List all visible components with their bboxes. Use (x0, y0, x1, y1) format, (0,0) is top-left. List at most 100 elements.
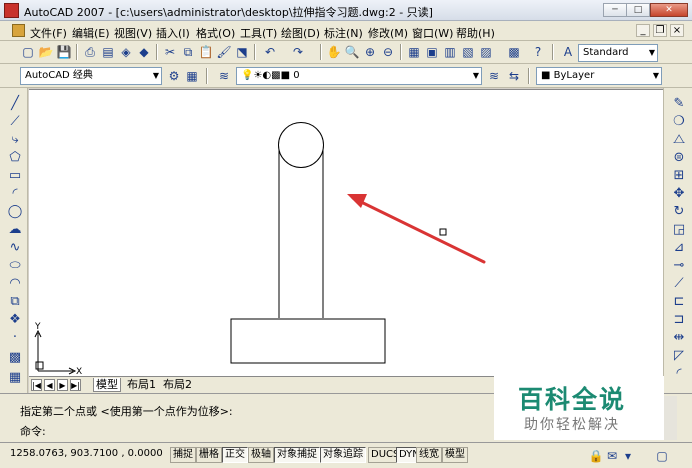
command-prompt[interactable]: 命令: (20, 424, 46, 440)
menu-insert[interactable]: 插入(I) (156, 25, 190, 41)
properties-icon[interactable]: ▦ (406, 44, 422, 60)
menu-view[interactable]: 视图(V) (114, 25, 152, 41)
trim-icon[interactable]: ⊸ (670, 258, 688, 274)
menu-window[interactable]: 窗口(W) (412, 25, 453, 41)
ellipse-arc-icon[interactable]: ◠ (6, 276, 24, 292)
etransmit-icon[interactable]: ◆ (136, 44, 152, 60)
markup-icon[interactable]: ▨ (478, 44, 494, 60)
menu-edit[interactable]: 编辑(E) (72, 25, 110, 41)
lineweight-toggle[interactable]: 线宽 (416, 447, 442, 463)
tool-palettes-icon[interactable]: ▥ (442, 44, 458, 60)
mirror-icon[interactable]: ⧍ (670, 132, 688, 148)
circle-shape[interactable] (278, 122, 324, 168)
move-icon[interactable]: ✥ (670, 186, 688, 202)
zoom-window-icon[interactable]: ⊕ (362, 44, 378, 60)
chamfer-icon[interactable]: ◸ (670, 348, 688, 364)
otrack-toggle[interactable]: 对象追踪 (320, 447, 366, 463)
ortho-toggle[interactable]: 正交 (222, 447, 248, 463)
drawing-canvas[interactable]: Y X (29, 90, 663, 377)
new-icon[interactable]: ▢ (20, 44, 36, 60)
array-icon[interactable]: ⊞ (670, 168, 688, 184)
redo-icon[interactable]: ↷ (290, 44, 306, 60)
base-rectangle[interactable] (230, 318, 386, 364)
model-toggle[interactable]: 模型 (442, 447, 468, 463)
revision-cloud-icon[interactable]: ☁ (6, 222, 24, 238)
pan-icon[interactable]: ✋ (326, 44, 342, 60)
insert-block-icon[interactable]: ⧉ (6, 294, 24, 310)
autocad-app-icon[interactable] (4, 3, 19, 18)
menu-dimension[interactable]: 标注(N) (324, 25, 363, 41)
sheet-set-icon[interactable]: ▧ (460, 44, 476, 60)
polygon-icon[interactable]: ⬠ (6, 150, 24, 166)
arc-icon[interactable]: ◜ (6, 186, 24, 202)
extend-icon[interactable]: ⟋ (670, 276, 688, 292)
menu-modify[interactable]: 修改(M) (368, 25, 408, 41)
doc-minimize-button[interactable]: _ (636, 24, 650, 37)
previous-tab-button[interactable]: ◀ (44, 379, 55, 391)
preview-icon[interactable]: ▤ (100, 44, 116, 60)
polar-toggle[interactable]: 极轴 (248, 447, 274, 463)
rectangle-icon[interactable]: ▭ (6, 168, 24, 184)
zoom-realtime-icon[interactable]: 🔍 (344, 44, 360, 60)
match-properties-icon[interactable]: 🖌 (216, 44, 232, 60)
osnap-toggle[interactable]: 对象捕捉 (274, 447, 320, 463)
last-tab-button[interactable]: ▶| (70, 379, 81, 391)
gradient-icon[interactable]: ▦ (6, 370, 24, 386)
fillet-icon[interactable]: ◜ (670, 366, 688, 382)
snap-toggle[interactable]: 捕捉 (170, 447, 196, 463)
break-at-point-icon[interactable]: ⊏ (670, 294, 688, 310)
construction-line-icon[interactable]: ⟋ (6, 114, 24, 130)
circle-icon[interactable]: ◯ (6, 204, 24, 220)
spline-icon[interactable]: ∿ (6, 240, 24, 256)
calculator-icon[interactable]: ▩ (506, 44, 522, 60)
tab-model[interactable]: 模型 (93, 378, 121, 392)
menu-tools[interactable]: 工具(T) (240, 25, 277, 41)
minimize-button[interactable]: ─ (603, 3, 627, 17)
layer-select[interactable]: 💡☀◐▩■ 0 ▼ (236, 67, 482, 85)
layer-previous-icon[interactable]: ⇆ (506, 68, 522, 84)
offset-icon[interactable]: ⊜ (670, 150, 688, 166)
menu-help[interactable]: 帮助(H) (456, 25, 495, 41)
block-editor-icon[interactable]: ⬔ (234, 44, 250, 60)
command-scrollbar[interactable] (663, 396, 677, 440)
document-icon[interactable] (12, 24, 25, 37)
workspace-save-icon[interactable]: ▦ (184, 68, 200, 84)
save-icon[interactable]: 💾 (56, 44, 72, 60)
zoom-previous-icon[interactable]: ⊖ (380, 44, 396, 60)
erase-icon[interactable]: ✎ (670, 96, 688, 112)
tab-layout2[interactable]: 布局2 (161, 378, 194, 392)
rotate-icon[interactable]: ↻ (670, 204, 688, 220)
status-menu-icon[interactable]: ▾ (620, 448, 636, 464)
communication-center-icon[interactable]: ✉ (604, 448, 620, 464)
copy-icon[interactable]: ⧉ (180, 44, 196, 60)
menu-format[interactable]: 格式(O) (196, 25, 235, 41)
next-tab-button[interactable]: ▶ (57, 379, 68, 391)
workspace-settings-icon[interactable]: ⚙ (166, 68, 182, 84)
make-block-icon[interactable]: ❖ (6, 312, 24, 328)
menu-file[interactable]: 文件(F) (30, 25, 67, 41)
make-object-layer-current-icon[interactable]: ≋ (486, 68, 502, 84)
design-center-icon[interactable]: ▣ (424, 44, 440, 60)
polyline-icon[interactable]: ⤷ (6, 132, 24, 148)
coordinate-readout[interactable]: 1258.0763, 903.7100 , 0.0000 (10, 448, 163, 459)
lock-icon[interactable]: 🔒 (588, 448, 604, 464)
paste-icon[interactable]: 📋 (198, 44, 214, 60)
doc-close-button[interactable]: × (670, 24, 684, 37)
break-icon[interactable]: ⊐ (670, 312, 688, 328)
text-style-select[interactable]: Standard ▼ (578, 44, 658, 62)
publish-icon[interactable]: ◈ (118, 44, 134, 60)
stretch-icon[interactable]: ⊿ (670, 240, 688, 256)
help-icon[interactable]: ? (530, 44, 546, 60)
copy-object-icon[interactable]: ❍ (670, 114, 688, 130)
point-icon[interactable]: · (6, 330, 24, 346)
maximize-button[interactable]: □ (626, 3, 650, 17)
first-tab-button[interactable]: |◀ (31, 379, 42, 391)
scale-icon[interactable]: ◲ (670, 222, 688, 238)
tab-layout1[interactable]: 布局1 (125, 378, 158, 392)
grid-toggle[interactable]: 栅格 (196, 447, 222, 463)
clean-screen-icon[interactable]: ▢ (654, 448, 670, 464)
open-icon[interactable]: 📂 (38, 44, 54, 60)
hatch-icon[interactable]: ▩ (6, 350, 24, 366)
menu-draw[interactable]: 绘图(D) (281, 25, 320, 41)
print-icon[interactable]: ⎙ (82, 44, 98, 60)
